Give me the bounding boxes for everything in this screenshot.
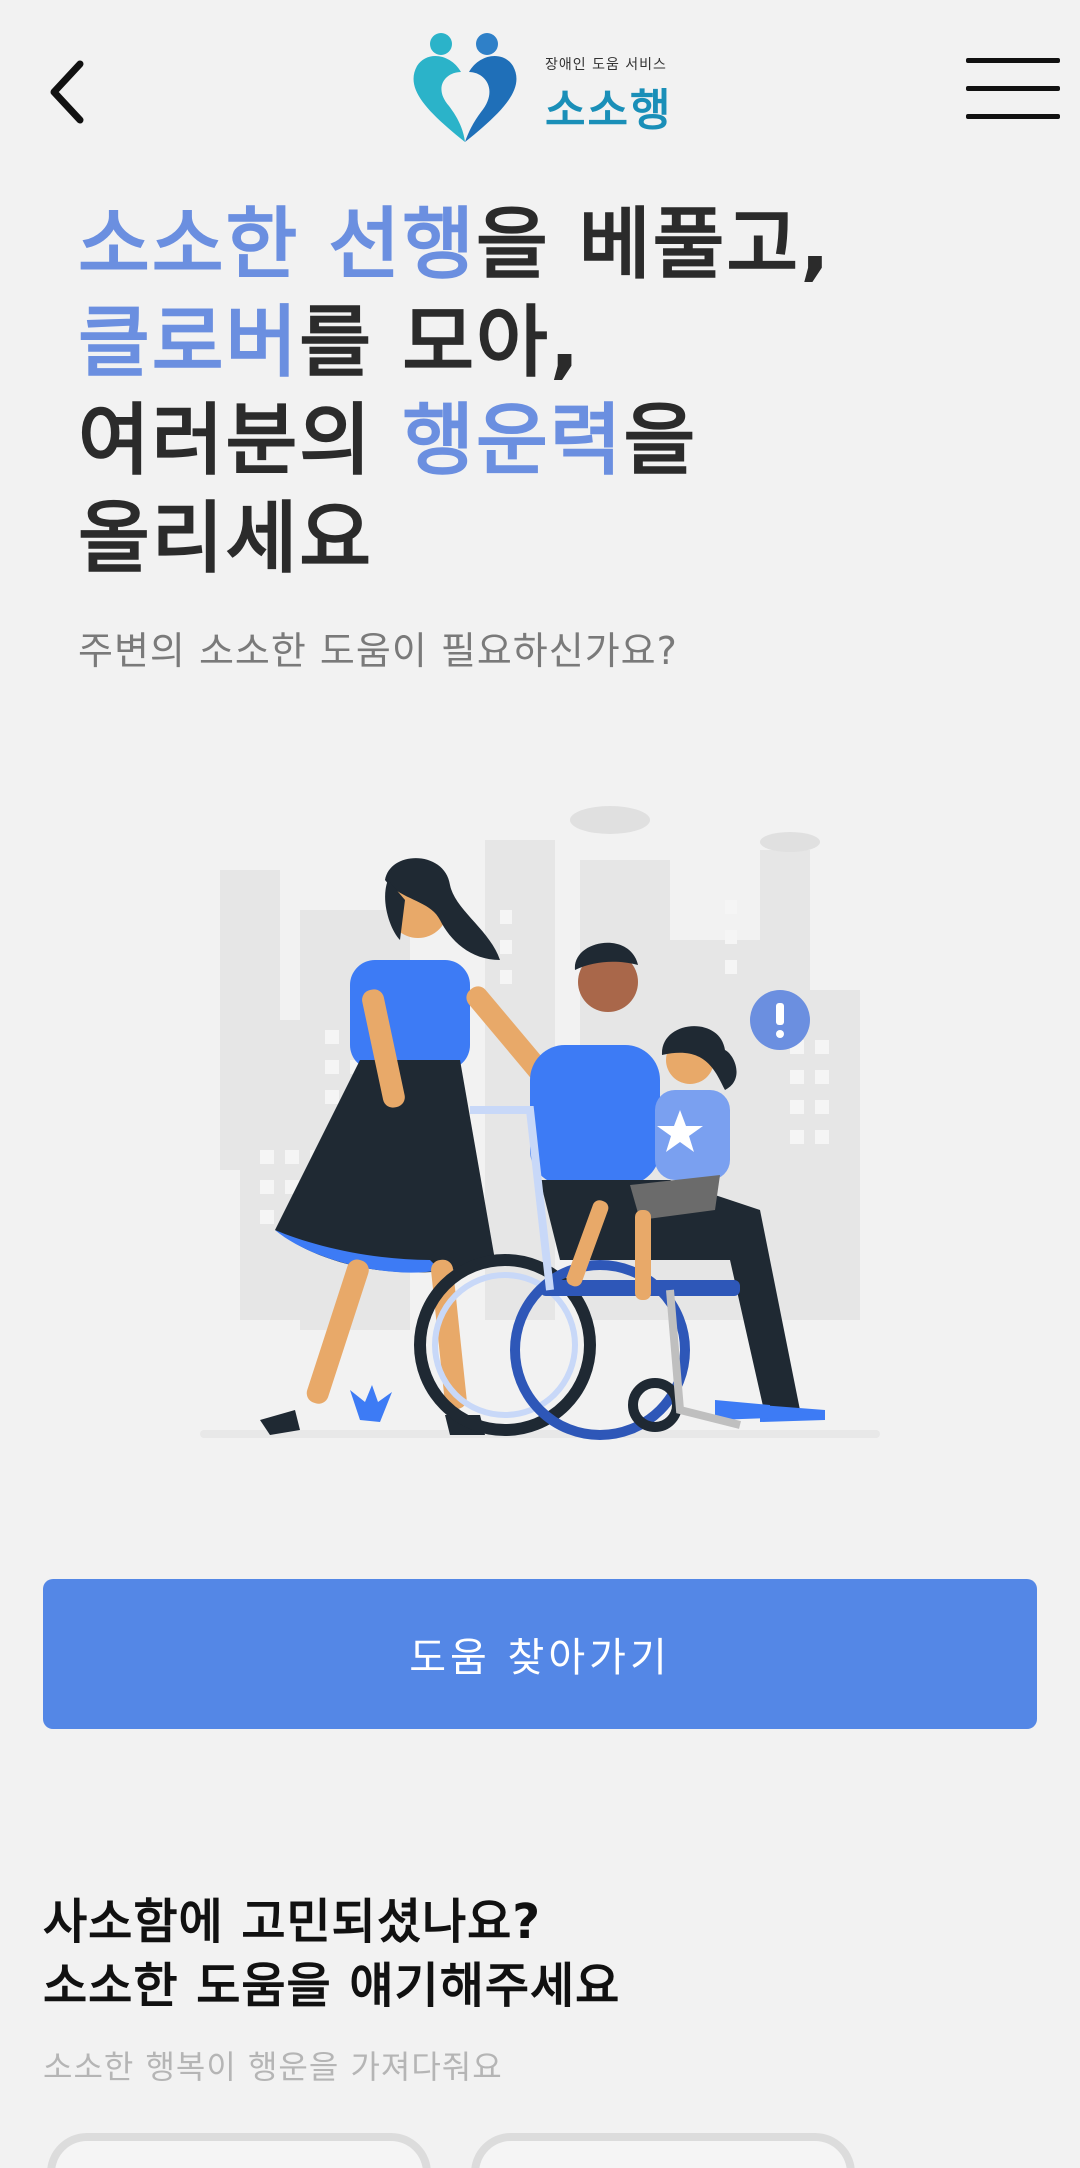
section-subtitle: 소소한 행복이 행운을 가져다줘요 — [43, 2048, 503, 2086]
hero-line-2: 클로버를 모아, — [78, 294, 978, 392]
hero-line-3: 여러분의 행운력을 — [78, 392, 978, 490]
section-title: 사소함에 고민되셨나요? 소소한 도움을 얘기해주세요 — [43, 1890, 620, 2018]
app-header: 장애인 도움 서비스 소소행 — [0, 0, 1080, 180]
hero-text: 를 모아, — [299, 298, 582, 388]
menu-button[interactable] — [966, 58, 1060, 124]
heart-people-logo-icon — [413, 33, 517, 142]
logo-title: 소소행 — [545, 85, 673, 136]
section-title-line-2: 소소한 도움을 얘기해주세요 — [43, 1958, 621, 2014]
hero-highlight: 행운력 — [402, 396, 624, 486]
hamburger-menu-icon — [966, 58, 1060, 63]
hero-line-1: 소소한 선행을 베풀고, — [78, 196, 978, 294]
hero-text: 여러분의 — [78, 396, 403, 486]
hero-highlight: 소소한 선행 — [78, 200, 476, 290]
hero-subtitle: 주변의 소소한 도움이 필요하신가요? — [78, 629, 678, 673]
help-card[interactable] — [471, 2133, 855, 2168]
hero-text: 을 베풀고, — [475, 200, 832, 290]
chevron-left-icon — [50, 60, 84, 124]
find-help-button[interactable]: 도움 찾아가기 — [43, 1579, 1037, 1729]
hero-highlight: 클로버 — [78, 298, 300, 388]
app-logo: 장애인 도움 서비스 소소행 — [405, 30, 695, 150]
hero-text: 을 — [623, 396, 698, 486]
help-card[interactable] — [47, 2133, 431, 2168]
logo-subtitle: 장애인 도움 서비스 — [545, 57, 667, 73]
wheelchair-family-illustration — [200, 790, 880, 1460]
hero-line-4: 올리세요 — [78, 494, 374, 584]
hero-headline: 소소한 선행을 베풀고, 클로버를 모아, 여러분의 행운력을 올리세요 — [78, 196, 978, 588]
section-title-line-1: 사소함에 고민되셨나요? — [43, 1894, 542, 1950]
back-button[interactable] — [40, 52, 100, 132]
